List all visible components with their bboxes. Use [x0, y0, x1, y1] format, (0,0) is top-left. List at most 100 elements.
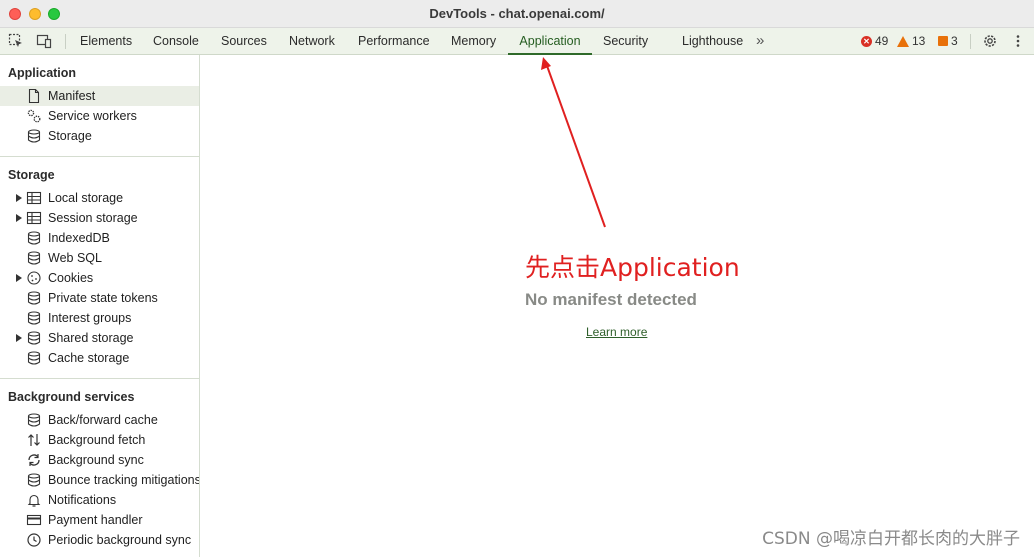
section-title-background-services: Background services: [8, 390, 135, 404]
issues-count: 3: [951, 34, 958, 48]
sidebar-item-label: Interest groups: [48, 311, 132, 325]
sidebar-item-label: Private state tokens: [48, 291, 158, 305]
section-title-storage: Storage: [8, 168, 55, 182]
sidebar-item-private-state-tokens[interactable]: Private state tokens: [0, 288, 199, 308]
sidebar-item-storage[interactable]: Storage: [0, 126, 199, 146]
sidebar-item-local-storage[interactable]: Local storage: [0, 188, 199, 208]
expand-arrow-icon[interactable]: [16, 274, 22, 282]
toolbar-separator-right: [970, 34, 971, 49]
sidebar-item-background-fetch[interactable]: Background fetch: [0, 430, 199, 450]
sidebar-item-back-forward-cache[interactable]: Back/forward cache: [0, 410, 199, 430]
sidebar-item-shared-storage[interactable]: Shared storage: [0, 328, 199, 348]
sidebar-item-periodic-background-sync[interactable]: Periodic background sync: [0, 530, 199, 550]
database-icon: [27, 231, 41, 245]
database-icon: [27, 413, 41, 427]
tab-lighthouse[interactable]: Lighthouse: [682, 28, 743, 54]
inspect-element-icon[interactable]: [8, 33, 24, 49]
sidebar-item-label: Background sync: [48, 453, 144, 467]
sidebar-item-payment-handler[interactable]: Payment handler: [0, 510, 199, 530]
sidebar-item-label: Shared storage: [48, 331, 134, 345]
device-toolbar-icon[interactable]: [36, 33, 52, 49]
application-sidebar: Application Manifest Service workers Sto…: [0, 55, 200, 557]
tab-elements[interactable]: Elements: [80, 28, 132, 54]
sidebar-item-background-sync[interactable]: Background sync: [0, 450, 199, 470]
learn-more-link[interactable]: Learn more: [586, 325, 647, 339]
up-down-arrows-icon: [28, 434, 40, 446]
settings-gear-icon[interactable]: [982, 33, 998, 49]
sidebar-item-label: Web SQL: [48, 251, 102, 265]
tab-performance[interactable]: Performance: [358, 28, 430, 54]
card-icon: [26, 514, 42, 526]
database-icon: [27, 129, 41, 143]
gears-icon: [27, 109, 41, 123]
document-icon: [28, 88, 40, 104]
table-icon: [26, 211, 42, 225]
sidebar-item-service-workers[interactable]: Service workers: [0, 106, 199, 126]
issues-flag-icon: [938, 36, 948, 46]
sidebar-item-web-sql[interactable]: Web SQL: [0, 248, 199, 268]
cookie-icon: [27, 271, 41, 285]
database-icon: [27, 351, 41, 365]
error-icon: ✕: [861, 35, 872, 47]
sync-icon: [28, 454, 40, 466]
bell-icon: [27, 494, 41, 507]
more-tabs-chevron-icon[interactable]: »: [756, 32, 764, 49]
empty-state-title: No manifest detected: [525, 290, 697, 309]
warning-count: 13: [912, 34, 926, 48]
error-count-badge[interactable]: ✕ 49: [861, 34, 888, 48]
sidebar-item-bounce-tracking-mitigations[interactable]: Bounce tracking mitigations: [0, 470, 199, 490]
expand-arrow-icon[interactable]: [16, 194, 22, 202]
sidebar-item-label: Bounce tracking mitigations: [48, 473, 200, 487]
tab-security[interactable]: Security: [603, 28, 648, 54]
tab-sources[interactable]: Sources: [221, 28, 267, 54]
sidebar-item-cache-storage[interactable]: Cache storage: [0, 348, 199, 368]
database-icon: [27, 331, 41, 345]
table-icon: [26, 191, 42, 205]
sidebar-item-label: Local storage: [48, 191, 124, 205]
toolbar-separator: [65, 34, 66, 49]
sidebar-item-label: IndexedDB: [48, 231, 110, 245]
database-icon: [27, 311, 41, 325]
tab-memory[interactable]: Memory: [451, 28, 496, 54]
warning-icon: [897, 35, 909, 47]
warning-count-badge[interactable]: 13: [897, 34, 925, 48]
sidebar-item-session-storage[interactable]: Session storage: [0, 208, 199, 228]
expand-arrow-icon[interactable]: [16, 334, 22, 342]
clock-icon: [27, 533, 41, 547]
sidebar-item-notifications[interactable]: Notifications: [0, 490, 199, 510]
sidebar-item-label: Cookies: [48, 271, 94, 285]
sidebar-item-label: Payment handler: [48, 513, 143, 527]
watermark: CSDN @喝凉白开都长肉的大胖子: [762, 529, 1020, 549]
devtools-tab-bar: Elements Console Sources Network Perform…: [0, 28, 1034, 55]
database-icon: [27, 291, 41, 305]
sidebar-item-label: Service workers: [48, 109, 137, 123]
tab-console[interactable]: Console: [153, 28, 199, 54]
sidebar-item-label: Manifest: [48, 89, 96, 103]
window-title: DevTools - chat.openai.com/: [429, 6, 605, 21]
sidebar-item-indexeddb[interactable]: IndexedDB: [0, 228, 199, 248]
expand-arrow-icon[interactable]: [16, 214, 22, 222]
tab-application[interactable]: Application: [508, 28, 592, 55]
title-bar: DevTools - chat.openai.com/: [0, 0, 1034, 28]
database-icon: [27, 473, 41, 487]
sidebar-item-label: Cache storage: [48, 351, 130, 365]
sidebar-item-cookies[interactable]: Cookies: [0, 268, 199, 288]
section-title-application: Application: [8, 66, 77, 80]
sidebar-item-label: Back/forward cache: [48, 413, 158, 427]
annotation-label: 先点击Application: [525, 253, 740, 282]
section-divider: [0, 156, 199, 157]
sidebar-item-interest-groups[interactable]: Interest groups: [0, 308, 199, 328]
tab-network[interactable]: Network: [289, 28, 335, 54]
issues-count-badge[interactable]: 3: [938, 34, 958, 48]
sidebar-item-manifest[interactable]: Manifest: [0, 86, 199, 106]
sidebar-item-label: Periodic background sync: [48, 533, 192, 547]
database-icon: [27, 251, 41, 265]
sidebar-item-label: Background fetch: [48, 433, 146, 447]
sidebar-item-label: Storage: [48, 129, 92, 143]
sidebar-item-label: Notifications: [48, 493, 117, 507]
error-count: 49: [875, 34, 889, 48]
section-divider: [0, 378, 199, 379]
manifest-panel: 先点击Application No manifest detected Lear…: [200, 55, 1034, 557]
sidebar-item-label: Session storage: [48, 211, 138, 225]
more-options-kebab-icon[interactable]: [1010, 33, 1026, 49]
